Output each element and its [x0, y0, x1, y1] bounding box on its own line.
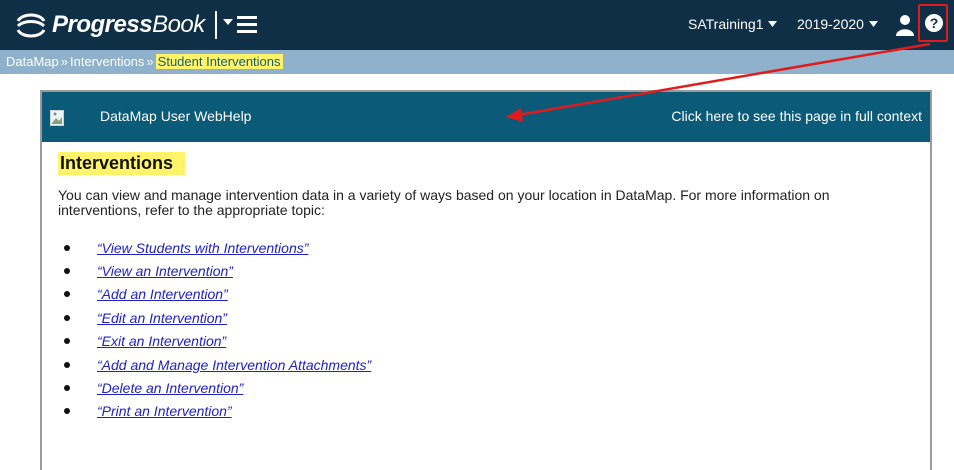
menu-icon[interactable] [237, 16, 257, 34]
user-name: SATraining1 [688, 16, 764, 32]
bullet [64, 385, 70, 392]
user-dropdown[interactable]: SATraining1 [688, 16, 778, 32]
breadcrumb-separator: » [146, 54, 154, 69]
intro-text: You can view and manage intervention dat… [58, 187, 830, 218]
divider [215, 11, 217, 39]
topic-link-list: “View Students with Interventions” “View… [64, 236, 371, 423]
bullet [64, 291, 70, 298]
breadcrumb-item-interventions[interactable]: Interventions [70, 54, 144, 69]
breadcrumb-separator: » [60, 54, 68, 69]
topic-link[interactable]: “Delete an Intervention” [97, 380, 243, 396]
breadcrumb-item-datamap[interactable]: DataMap [6, 54, 59, 69]
topic-link[interactable]: “View Students with Interventions” [97, 240, 308, 256]
help-title: DataMap User WebHelp [100, 108, 252, 124]
bullet [64, 268, 70, 275]
progressbook-swirl-icon [16, 13, 46, 38]
chevron-down-icon [768, 21, 778, 27]
list-item: “View an Intervention” [64, 259, 371, 282]
topic-link[interactable]: “Edit an Intervention” [97, 310, 227, 326]
broken-image-icon [50, 110, 64, 126]
progressbook-logo[interactable]: ProgressBook [14, 9, 205, 41]
help-icon[interactable]: ? [925, 14, 943, 32]
bullet [64, 244, 70, 251]
list-item: “Delete an Intervention” [64, 376, 371, 399]
user-icon[interactable] [895, 14, 915, 36]
topic-link[interactable]: “Exit an Intervention” [97, 333, 226, 349]
list-item: “View Students with Interventions” [64, 236, 371, 259]
logo-text: ProgressBook [52, 11, 205, 38]
topic-link[interactable]: “View an Intervention” [97, 263, 233, 279]
bullet [64, 314, 70, 321]
page-title: Interventions [58, 152, 186, 175]
help-callout-box: ? [918, 4, 948, 42]
topic-link[interactable]: “Add an Intervention” [97, 286, 228, 302]
breadcrumb-current: Student Interventions [155, 54, 283, 69]
list-item: “Add and Manage Intervention Attachments… [64, 353, 371, 376]
bullet [64, 361, 70, 368]
breadcrumb: DataMap» Interventions» Student Interventi… [6, 54, 283, 69]
chevron-down-icon [868, 21, 878, 27]
full-context-link[interactable]: Click here to see this page in full cont… [671, 108, 922, 124]
topic-link[interactable]: “Add and Manage Intervention Attachments… [97, 357, 371, 373]
school-year-dropdown[interactable]: 2019-2020 [797, 16, 878, 32]
top-nav-bar: ProgressBook SATraining1 2019-2020 ? [0, 0, 954, 50]
help-panel: DataMap User WebHelp Click here to see t… [40, 90, 932, 470]
bullet [64, 338, 70, 345]
list-item: “Exit an Intervention” [64, 330, 371, 353]
school-year: 2019-2020 [797, 16, 864, 32]
list-item: “Add an Intervention” [64, 283, 371, 306]
topic-link[interactable]: “Print an Intervention” [97, 403, 232, 419]
breadcrumb-bar: DataMap» Interventions» Student Interventi… [0, 50, 954, 74]
help-panel-header: DataMap User WebHelp Click here to see t… [42, 92, 930, 142]
chevron-down-icon[interactable] [223, 18, 233, 26]
list-item: “Edit an Intervention” [64, 306, 371, 329]
bullet [64, 408, 70, 415]
list-item: “Print an Intervention” [64, 400, 371, 423]
